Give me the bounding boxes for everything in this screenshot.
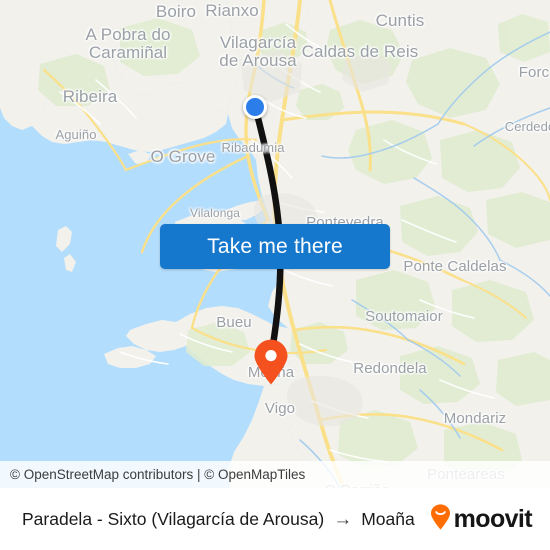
map-attribution-bar: © OpenStreetMap contributors | © OpenMap… <box>0 461 550 488</box>
moovit-wordmark: moovit <box>453 504 533 533</box>
moovit-logo[interactable]: moovit <box>430 503 533 535</box>
arrow-right-icon: → <box>333 508 353 530</box>
map-canvas[interactable]: Boiro Rianxo Cuntis A Pobra do Caramiñal Vila… <box>0 0 550 488</box>
take-me-there-button[interactable]: Take me there <box>160 224 390 269</box>
footer-bar: Paradela - Sixto (Vilagarcía de Arousa) … <box>0 488 550 550</box>
moovit-pin-icon <box>430 503 451 535</box>
map-screenshot: Boiro Rianxo Cuntis A Pobra do Caramiñal Vila… <box>0 0 550 550</box>
trip-destination-label: Moaña <box>361 508 415 529</box>
trip-summary: Paradela - Sixto (Vilagarcía de Arousa) … <box>22 509 430 530</box>
destination-marker[interactable] <box>253 339 289 385</box>
attribution-text[interactable]: © OpenStreetMap contributors | © OpenMap… <box>10 467 305 482</box>
origin-marker[interactable] <box>243 95 267 119</box>
trip-origin-label: Paradela - Sixto (Vilagarcía de Arousa) <box>22 508 325 529</box>
take-me-there-label: Take me there <box>207 234 343 258</box>
